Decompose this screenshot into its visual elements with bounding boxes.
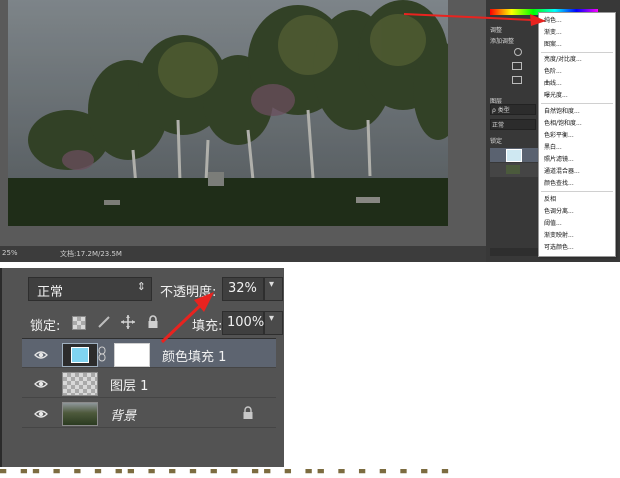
background-photo-thumbnail[interactable]	[62, 402, 98, 426]
up-down-arrows-icon: ⇕	[136, 280, 146, 293]
park-photo-image	[8, 0, 448, 226]
visibility-eye-icon[interactable]	[34, 406, 48, 420]
add-adjustment-label: 添加调整	[490, 38, 515, 45]
layers-footer-icons[interactable]	[490, 248, 538, 256]
document-photo	[8, 0, 448, 226]
layer-name-color-fill[interactable]: 颜色填充 1	[162, 346, 226, 365]
opacity-input[interactable]: 32%	[222, 277, 264, 301]
menu-item-invert[interactable]: 反相	[544, 195, 556, 204]
layer-name-layer-1[interactable]: 图层 1	[110, 375, 148, 394]
fill-input[interactable]: 100%	[222, 311, 264, 335]
menu-item-channel-mixer[interactable]: 通道混合器...	[544, 167, 580, 176]
fill-color-swatch	[71, 347, 89, 363]
menu-item-threshold[interactable]: 阈值...	[544, 219, 562, 228]
menu-item-black-white[interactable]: 黑白...	[544, 143, 562, 152]
menu-item-gradient[interactable]: 渐变...	[544, 28, 562, 37]
curves-icon[interactable]	[512, 76, 522, 84]
visibility-eye-icon[interactable]	[34, 347, 48, 361]
document-canvas-area	[0, 0, 486, 262]
fill-value: 100%	[227, 315, 265, 330]
menu-item-curves[interactable]: 曲线...	[544, 79, 562, 88]
visibility-eye-icon[interactable]	[34, 376, 48, 390]
opacity-dropdown-button[interactable]: ▾	[264, 277, 283, 301]
red-arrow-to-opacity	[160, 292, 214, 344]
menu-item-levels[interactable]: 色阶...	[544, 67, 562, 76]
dropdown-triangle-icon: ▾	[269, 313, 275, 324]
lock-image-pixels-brush-icon[interactable]	[96, 314, 112, 330]
lock-position-move-icon[interactable]	[120, 314, 136, 330]
menu-item-color-lookup[interactable]: 颜色查找...	[544, 179, 574, 188]
menu-item-exposure[interactable]: 曝光度...	[544, 91, 568, 100]
zoom-level[interactable]: 25%	[2, 249, 18, 257]
layer-kind-filter[interactable]: ρ 类型	[492, 105, 510, 114]
dropdown-triangle-icon: ▾	[269, 279, 275, 290]
menu-item-pattern[interactable]: 图案...	[544, 40, 562, 49]
menu-item-color-balance[interactable]: 色彩平衡...	[544, 131, 574, 140]
cropped-text-strip: ▀ ▀▀ ▀ ▀ ▀ ▀▀ ▀ ▀ ▀ ▀ ▀ ▀▀ ▀ ▀▀ ▀ ▀ ▀ ▀ …	[0, 469, 454, 478]
layer-row-background[interactable]: 背景	[22, 398, 276, 428]
fill-adjustment-menu: 纯色... 渐变... 图案... 亮度/对比度... 色阶... 曲线... …	[538, 12, 616, 257]
status-bar: 25% 文档:17.2M/23.5M	[0, 246, 486, 262]
blend-mode-select[interactable]: 正常 ⇕	[28, 277, 152, 301]
layer-locked-icon	[243, 406, 253, 419]
menu-item-brightness-contrast[interactable]: 亮度/对比度...	[544, 55, 582, 64]
photoshop-workspace-screenshot: 25% 文档:17.2M/23.5M 调整 添加调整 图层 ρ 类型 正常 锁定…	[0, 0, 620, 262]
red-arrow-to-solid-color	[403, 13, 546, 26]
layer-name-background[interactable]: 背景	[110, 405, 136, 424]
menu-item-hue-saturation[interactable]: 色相/饱和度...	[544, 119, 582, 128]
layer-row-color-fill[interactable]: 颜色填充 1	[22, 338, 276, 368]
opacity-value: 32%	[228, 281, 257, 296]
blend-mode-value: 正常	[37, 285, 64, 300]
mini-blend-mode[interactable]: 正常	[492, 120, 504, 129]
menu-item-gradient-map[interactable]: 渐变映射...	[544, 231, 574, 240]
layers-panel: 正常 ⇕ 不透明度: 32% ▾ 锁定: 填充: 100% ▾ 颜色填充 1 图…	[0, 268, 284, 467]
fill-layer-thumbnail[interactable]	[62, 343, 98, 367]
menu-item-posterize[interactable]: 色调分离...	[544, 207, 574, 216]
doc-size-info: 文档:17.2M/23.5M	[60, 250, 122, 258]
brightness-icon[interactable]	[514, 48, 522, 56]
layer-mask-thumbnail[interactable]	[114, 343, 150, 367]
menu-item-selective-color[interactable]: 可选颜色...	[544, 243, 574, 252]
mini-lock-label: 锁定	[490, 138, 503, 145]
lock-label: 锁定:	[30, 319, 61, 334]
mini-fill-thumbnail	[506, 149, 522, 162]
mini-photo-thumbnail	[506, 165, 520, 174]
levels-icon[interactable]	[512, 62, 522, 70]
chain-link-icon[interactable]	[98, 346, 106, 362]
layer-row-layer-1[interactable]: 图层 1	[22, 368, 276, 398]
menu-item-photo-filter[interactable]: 照片滤镜...	[544, 155, 574, 164]
lock-transparent-pixels-icon[interactable]	[72, 316, 86, 330]
transparent-layer-thumbnail[interactable]	[62, 372, 98, 396]
menu-item-vibrance[interactable]: 自然饱和度...	[544, 107, 580, 116]
fill-dropdown-button[interactable]: ▾	[264, 311, 283, 335]
